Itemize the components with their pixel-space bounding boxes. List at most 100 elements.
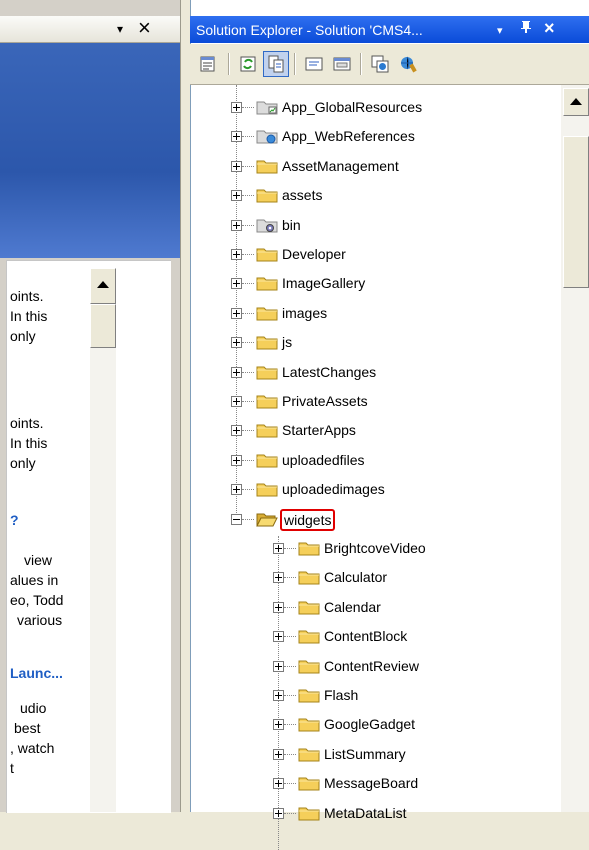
expand-node-icon[interactable]: [231, 396, 242, 407]
tree-node[interactable]: AssetManagement: [190, 152, 550, 181]
properties-icon[interactable]: [196, 51, 222, 77]
folder-icon: [298, 628, 320, 644]
tree-node[interactable]: ImageGallery: [190, 269, 550, 298]
tree-node-label[interactable]: App_WebReferences: [280, 126, 417, 146]
close-icon[interactable]: ×: [544, 18, 555, 39]
expand-node-icon[interactable]: [231, 484, 242, 496]
tree-node-label[interactable]: images: [280, 303, 329, 323]
expand-node-icon[interactable]: [273, 748, 284, 760]
start-page-scrollbar[interactable]: [90, 268, 116, 812]
tree-node[interactable]: StarterApps: [190, 416, 550, 445]
close-icon[interactable]: ×: [138, 17, 151, 39]
tree-node[interactable]: Flash: [190, 681, 550, 710]
tree-node[interactable]: ContentBlock: [190, 622, 550, 651]
tree-node-label[interactable]: Flash: [322, 685, 360, 705]
tree-node[interactable]: Calendar: [190, 593, 550, 622]
scroll-thumb[interactable]: [90, 304, 116, 348]
start-page-link[interactable]: Launc...: [10, 664, 63, 682]
folder-icon: [256, 452, 278, 468]
refresh-icon[interactable]: [235, 51, 261, 77]
tree-node-label[interactable]: assets: [280, 185, 324, 205]
tree-node-label[interactable]: uploadedimages: [280, 479, 387, 499]
pane-splitter[interactable]: [180, 0, 190, 812]
tree-node-label[interactable]: bin: [280, 215, 303, 235]
start-page-link[interactable]: ?: [10, 511, 19, 529]
expand-node-icon[interactable]: [273, 690, 284, 701]
asp-net-configuration-icon[interactable]: [395, 51, 421, 77]
expand-node-icon[interactable]: [231, 278, 242, 290]
tree-node-label[interactable]: ListSummary: [322, 744, 408, 764]
copy-website-icon[interactable]: [367, 51, 393, 77]
scroll-thumb[interactable]: [563, 136, 589, 288]
tree-node[interactable]: MessageBoard: [190, 769, 550, 798]
tree-node[interactable]: PrivateAssets: [190, 387, 550, 416]
tree-node-label[interactable]: ImageGallery: [280, 273, 367, 293]
tree-node-label[interactable]: MessageBoard: [322, 773, 420, 793]
expand-node-icon[interactable]: [231, 131, 242, 143]
tree-node[interactable]: Calculator: [190, 563, 550, 592]
tree-node-label[interactable]: Calendar: [322, 597, 383, 617]
expand-node-icon[interactable]: [231, 307, 242, 319]
tree-node[interactable]: uploadedimages: [190, 475, 550, 504]
tree-node[interactable]: ContentReview: [190, 652, 550, 681]
view-code-icon[interactable]: [301, 51, 327, 77]
expand-node-icon[interactable]: [273, 601, 284, 613]
tree-node[interactable]: App_WebReferences: [190, 122, 550, 151]
tree-node[interactable]: GoogleGadget: [190, 710, 550, 739]
tree-node-label[interactable]: GoogleGadget: [322, 714, 417, 734]
expand-node-icon[interactable]: [273, 631, 284, 643]
expand-node-icon[interactable]: [231, 366, 242, 378]
tree-node-label[interactable]: StarterApps: [280, 420, 358, 440]
expand-node-icon[interactable]: [273, 543, 284, 554]
tree-node-label[interactable]: Developer: [280, 244, 348, 264]
expand-node-icon[interactable]: [231, 337, 242, 349]
scroll-up-arrow-icon[interactable]: [90, 268, 116, 304]
chevron-down-icon[interactable]: ▾: [117, 22, 123, 36]
tree-node-label[interactable]: MetaDataList: [322, 803, 408, 823]
expand-node-icon[interactable]: [231, 219, 242, 231]
tree-node-label[interactable]: PrivateAssets: [280, 391, 370, 411]
auto-hide-pin-icon[interactable]: [520, 20, 532, 37]
tree-node-label[interactable]: App_GlobalResources: [280, 97, 424, 117]
tree-node-label[interactable]: js: [280, 332, 294, 352]
tree-node[interactable]: BrightcoveVideo: [190, 534, 550, 563]
expand-node-icon[interactable]: [231, 102, 242, 113]
expand-node-icon[interactable]: [231, 160, 242, 172]
tree-node[interactable]: MetaDataList: [190, 799, 550, 828]
tree-node-label[interactable]: uploadedfiles: [280, 450, 367, 470]
expand-node-icon[interactable]: [273, 807, 284, 819]
tree-node[interactable]: bin: [190, 211, 550, 240]
show-all-files-icon[interactable]: [263, 51, 289, 77]
folder-icon: [298, 658, 320, 674]
tree-node-label[interactable]: ContentReview: [322, 656, 421, 676]
tree-node[interactable]: uploadedfiles: [190, 446, 550, 475]
tree-node[interactable]: App_GlobalResources: [190, 93, 550, 122]
tree-node-label[interactable]: Calculator: [322, 567, 389, 587]
tree-node[interactable]: ListSummary: [190, 740, 550, 769]
tree-node-label[interactable]: ContentBlock: [322, 626, 409, 646]
window-position-dropdown-icon[interactable]: ▾: [497, 24, 503, 37]
collapse-node-icon[interactable]: [231, 513, 242, 525]
view-designer-icon[interactable]: [329, 51, 355, 77]
tree-node-label[interactable]: AssetManagement: [280, 156, 401, 176]
expand-node-icon[interactable]: [273, 719, 284, 731]
tree-node[interactable]: LatestChanges: [190, 358, 550, 387]
expand-node-icon[interactable]: [231, 190, 242, 202]
tree-node[interactable]: widgets: [190, 505, 550, 534]
scroll-up-arrow-icon[interactable]: [563, 88, 589, 116]
tree-node-label[interactable]: LatestChanges: [280, 362, 378, 382]
tree-node[interactable]: js: [190, 328, 550, 357]
tree-node[interactable]: Developer: [190, 240, 550, 269]
tree-node[interactable]: assets: [190, 181, 550, 210]
expand-node-icon[interactable]: [273, 660, 284, 672]
tree-node[interactable]: images: [190, 299, 550, 328]
tree-node-label[interactable]: widgets: [280, 508, 336, 531]
folder-icon: [298, 540, 320, 556]
expand-node-icon[interactable]: [231, 425, 242, 437]
expand-node-icon[interactable]: [231, 249, 242, 260]
expand-node-icon[interactable]: [273, 778, 284, 790]
start-page-header-band: [0, 43, 180, 258]
tree-node-label[interactable]: BrightcoveVideo: [322, 538, 428, 558]
expand-node-icon[interactable]: [273, 572, 284, 584]
expand-node-icon[interactable]: [231, 454, 242, 466]
